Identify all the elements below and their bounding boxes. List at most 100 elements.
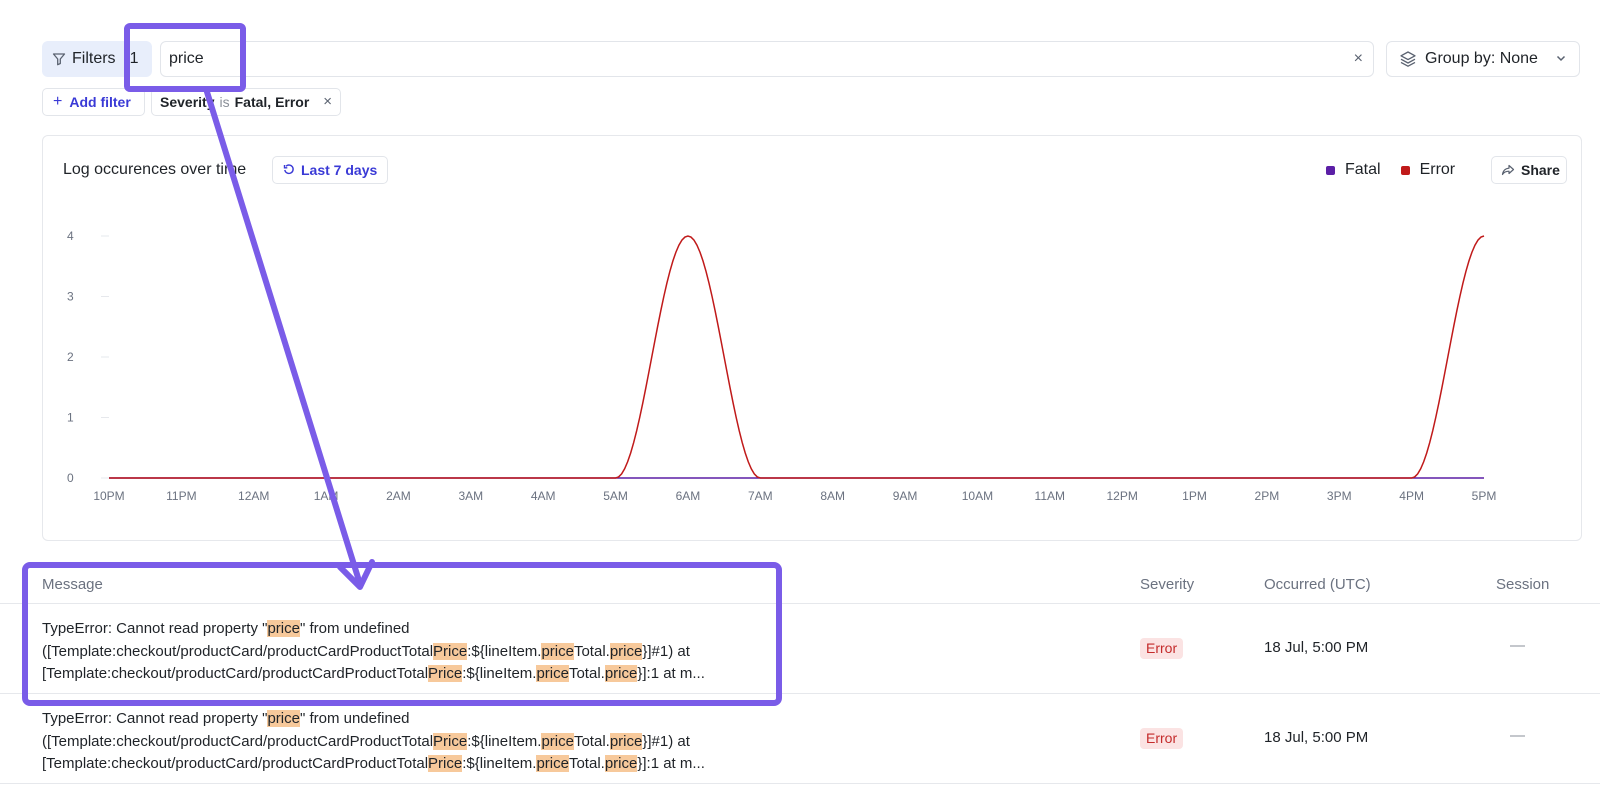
message-text: Total. xyxy=(568,665,605,682)
filters-label: Filters xyxy=(72,50,116,67)
x-tick-label: 5PM xyxy=(1472,489,1497,503)
session-value: — xyxy=(1510,637,1525,654)
x-tick-label: 12PM xyxy=(1106,489,1137,503)
legend-item-fatal[interactable]: Fatal xyxy=(1326,161,1381,179)
search-match-highlight: Price xyxy=(428,665,463,682)
chart-title: Log occurences over time xyxy=(63,161,247,178)
log-message-line: [Template:checkout/productCard/productCa… xyxy=(42,663,762,686)
log-occurrences-chart: 0 1 2 3 4 10PM 11PM 12AM 1AM 2AM 3AM 4AM 5AM 6AM 7AM 8A… xyxy=(67,229,1497,503)
search-match-highlight: price xyxy=(267,620,300,637)
message-text: " from undefined xyxy=(299,620,410,637)
search-match-highlight: price xyxy=(536,755,569,772)
y-tick-label: 1 xyxy=(67,411,74,425)
search-match-highlight: price xyxy=(609,732,643,750)
chevron-down-icon xyxy=(1556,55,1566,62)
x-tick-label: 1PM xyxy=(1182,489,1207,503)
search-input[interactable] xyxy=(169,50,1319,68)
x-tick-label: 9AM xyxy=(893,489,918,503)
add-filter-label: Add filter xyxy=(69,94,131,110)
legend-swatch-error xyxy=(1400,165,1410,175)
column-header-session[interactable]: Session xyxy=(1496,576,1549,593)
message-text: TypeError: Cannot read property " xyxy=(42,710,268,727)
table-row[interactable]: TypeError: Cannot read property "price" … xyxy=(0,694,1600,784)
log-message: TypeError: Cannot read property "price" … xyxy=(42,618,762,686)
x-tick-label: 10PM xyxy=(93,489,124,503)
filters-count: 1 xyxy=(129,50,139,67)
column-header-occurred[interactable]: Occurred (UTC) xyxy=(1264,576,1371,593)
time-range-label: Last 7 days xyxy=(301,162,378,178)
search-match-highlight: price xyxy=(267,710,300,727)
message-text: }]#1) at xyxy=(642,732,690,750)
search-match-highlight: Price xyxy=(433,732,468,750)
x-tick-label: 3AM xyxy=(458,489,483,503)
legend-item-error[interactable]: Error xyxy=(1400,161,1455,179)
y-tick-label: 3 xyxy=(67,290,74,304)
layers-icon xyxy=(1400,51,1416,67)
message-text: " from undefined xyxy=(299,710,410,727)
refresh-icon xyxy=(283,164,294,175)
y-tick-label: 2 xyxy=(67,350,74,364)
share-icon xyxy=(1501,164,1515,176)
legend-swatch-fatal xyxy=(1326,165,1335,175)
plus-icon: + xyxy=(53,93,63,110)
log-message-line: [Template:checkout/productCard/productCa… xyxy=(42,753,762,776)
search-match-highlight: Price xyxy=(433,642,468,660)
x-tick-label: 4PM xyxy=(1399,489,1424,503)
log-message-line: ([Template:checkout/productCard/productC… xyxy=(42,641,762,664)
filters-button[interactable]: Filters 1 xyxy=(42,41,152,77)
table-row[interactable]: TypeError: Cannot read property "price" … xyxy=(0,604,1600,694)
message-text: ([Template:checkout/productCard/productC… xyxy=(42,732,434,750)
message-text: [Template:checkout/productCard/productCa… xyxy=(42,755,429,772)
message-text: :${lineItem. xyxy=(467,642,542,660)
chart-legend: Fatal Error xyxy=(1326,161,1475,179)
filter-operator: is xyxy=(219,94,230,110)
log-message-line: ([Template:checkout/productCard/productC… xyxy=(42,731,762,754)
message-text: }]#1) at xyxy=(642,642,690,660)
search-match-highlight: Price xyxy=(428,755,463,772)
search-match-highlight: price xyxy=(541,732,574,750)
x-tick-label: 8AM xyxy=(820,489,845,503)
column-header-severity[interactable]: Severity xyxy=(1140,576,1194,593)
search-match-highlight: price xyxy=(541,642,574,660)
x-tick-label: 7AM xyxy=(748,489,773,503)
message-text: :${lineItem. xyxy=(462,755,537,772)
share-button[interactable]: Share xyxy=(1491,156,1567,184)
series-line-error[interactable] xyxy=(109,235,1485,479)
message-text: TypeError: Cannot read property " xyxy=(42,620,268,637)
chart-card: 0 1 2 3 4 10PM 11PM 12AM 1AM 2AM 3AM 4AM 5AM 6AM 7AM 8A… xyxy=(42,135,1582,541)
message-text: ([Template:checkout/productCard/productC… xyxy=(42,642,434,660)
legend-label-fatal: Fatal xyxy=(1345,161,1381,178)
message-text: Total. xyxy=(568,755,605,772)
y-tick-label: 4 xyxy=(67,229,74,243)
x-tick-label: 5AM xyxy=(603,489,628,503)
message-text: :${lineItem. xyxy=(467,732,542,750)
x-tick-label: 3PM xyxy=(1327,489,1352,503)
message-text: Total. xyxy=(573,642,610,660)
add-filter-button[interactable]: + Add filter xyxy=(42,88,145,116)
x-tick-label: 1AM xyxy=(314,489,339,503)
occurred-time: 18 Jul, 5:00 PM xyxy=(1264,639,1369,656)
x-tick-label: 11PM xyxy=(166,489,196,503)
time-range-button[interactable]: Last 7 days xyxy=(272,156,388,184)
log-message: TypeError: Cannot read property "price" … xyxy=(42,708,762,776)
filter-field: Severity xyxy=(160,94,215,110)
column-header-message[interactable]: Message xyxy=(42,576,103,593)
message-text: Total. xyxy=(573,732,610,750)
log-message-line: TypeError: Cannot read property "price" … xyxy=(42,618,762,641)
search-match-highlight: price xyxy=(604,665,638,682)
log-message-line: TypeError: Cannot read property "price" … xyxy=(42,708,762,731)
severity-filter-chip[interactable]: Severity is Fatal, Error × xyxy=(151,88,341,116)
share-label: Share xyxy=(1521,162,1560,178)
message-text: }]:1 at m... xyxy=(637,665,705,682)
x-tick-label: 10AM xyxy=(962,489,993,503)
y-tick-label: 0 xyxy=(67,471,74,485)
clear-search-icon[interactable]: × xyxy=(1354,50,1363,68)
x-tick-label: 2AM xyxy=(386,489,411,503)
search-bar[interactable]: × xyxy=(160,41,1374,77)
search-match-highlight: price xyxy=(604,755,638,772)
filter-value: Fatal, Error xyxy=(234,94,310,110)
severity-badge: Error xyxy=(1140,638,1184,659)
group-by-label: Group by: None xyxy=(1425,50,1538,67)
remove-filter-icon[interactable]: × xyxy=(323,93,332,110)
group-by-select[interactable]: Group by: None xyxy=(1386,41,1580,77)
